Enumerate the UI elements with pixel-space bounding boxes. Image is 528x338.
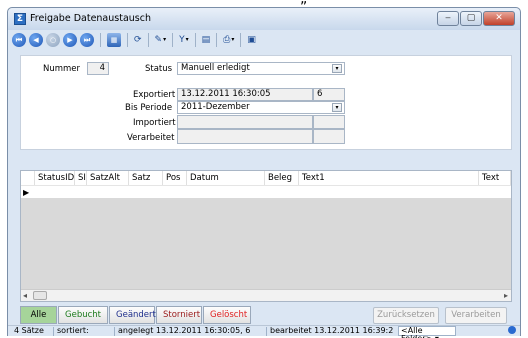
verarbeitet-extra-field[interactable]: [313, 129, 345, 144]
exportiert-label: Exportiert: [133, 90, 176, 100]
refresh-icon[interactable]: ⟳: [134, 33, 142, 47]
save-icon[interactable]: ▣: [247, 33, 256, 47]
next-record-icon[interactable]: ▶: [63, 32, 77, 47]
table-row[interactable]: ▶: [21, 185, 511, 198]
filter-icon[interactable]: Y ▾: [179, 33, 189, 47]
status-separator: [266, 327, 267, 336]
column-header[interactable]: Datum: [187, 171, 265, 185]
chevron-down-icon: ▾: [185, 36, 189, 43]
toolbar-separator: [147, 32, 149, 47]
row-marker-icon: ▶: [23, 188, 30, 197]
field-select-value: <Alle Felder>: [401, 326, 432, 338]
status-label: Status: [145, 64, 173, 74]
column-header[interactable]: Text1: [299, 171, 479, 185]
chevron-down-icon[interactable]: ▾: [332, 103, 342, 112]
filter-gebucht-button[interactable]: Gebucht: [58, 306, 108, 324]
bis-periode-select[interactable]: 2011-Dezember ▾: [177, 101, 345, 114]
column-header[interactable]: Beleg: [265, 171, 299, 185]
status-value: Manuell erledigt: [181, 63, 250, 73]
status-separator: [53, 327, 54, 336]
chevron-down-icon: ▾: [163, 36, 167, 43]
importiert-field[interactable]: [177, 115, 313, 129]
tools-icon[interactable]: ✎ ▾: [155, 33, 167, 47]
screen: „ Σ Freigabe Datenaustausch ‒ ▢ ✕ ⏮ ◀ ○ …: [0, 0, 528, 338]
filter-buttons: Alle Gebucht Geändert Storniert Gelöscht: [20, 306, 251, 324]
verarbeitet-label: Verarbeitet: [127, 133, 175, 143]
reset-button[interactable]: Zurücksetzen: [373, 307, 439, 324]
current-record-icon[interactable]: ○: [46, 32, 60, 47]
filter-geloescht-button[interactable]: Gelöscht: [203, 306, 251, 324]
title-bar: Σ Freigabe Datenaustausch ‒ ▢ ✕: [8, 8, 520, 30]
horizontal-scrollbar[interactable]: ◂ ▸: [21, 289, 511, 301]
field-select[interactable]: <Alle Felder> ▾: [398, 326, 456, 338]
nummer-field[interactable]: 4: [87, 62, 109, 75]
toolbar-separator: [216, 32, 218, 47]
filter-storniert-button[interactable]: Storniert: [156, 306, 202, 324]
created-info: angelegt 13.12.2011 16:30:05, 6: [118, 326, 251, 335]
data-grid[interactable]: StatusID SI SatzAlt Satz Pos Datum Beleg…: [20, 170, 512, 302]
column-header[interactable]: Satz: [129, 171, 163, 185]
window-controls: ‒ ▢ ✕: [437, 11, 515, 26]
print-icon[interactable]: ⎙ ▾: [223, 33, 234, 47]
status-separator: [114, 327, 115, 336]
column-header[interactable]: SatzAlt: [87, 171, 129, 185]
column-header[interactable]: Text: [479, 171, 511, 185]
importiert-extra-field[interactable]: [313, 115, 345, 129]
maximize-button[interactable]: ▢: [460, 11, 482, 26]
column-header[interactable]: Pos: [163, 171, 187, 185]
exportiert-field[interactable]: 13.12.2011 16:30:05: [177, 88, 313, 101]
previous-record-icon[interactable]: ◀: [29, 32, 43, 47]
record-count: 4 Sätze: [14, 326, 44, 335]
cropped-text: „: [300, 0, 307, 7]
toolbar-separator: [240, 32, 242, 47]
exportiert-extra-field[interactable]: 6: [313, 88, 345, 101]
scroll-right-icon[interactable]: ▸: [504, 291, 508, 300]
scrollbar-thumb[interactable]: [33, 291, 47, 300]
grid-header: StatusID SI SatzAlt Satz Pos Datum Beleg…: [21, 171, 511, 185]
status-indicator-icon: [508, 326, 516, 334]
minimize-button[interactable]: ‒: [437, 11, 459, 26]
filter-geaendert-button[interactable]: Geändert: [109, 306, 156, 324]
toolbar-separator: [194, 32, 196, 47]
sort-status: sortiert:: [57, 326, 89, 335]
table-icon[interactable]: ▦: [107, 32, 121, 47]
row-indicator-header: [21, 171, 35, 185]
bis-periode-value: 2011-Dezember: [181, 102, 250, 112]
status-select[interactable]: Manuell erledigt ▾: [177, 62, 345, 75]
importiert-label: Importiert: [133, 118, 176, 128]
app-window: Σ Freigabe Datenaustausch ‒ ▢ ✕ ⏮ ◀ ○ ▶ …: [7, 7, 521, 338]
nummer-label: Nummer: [43, 64, 81, 74]
detail-form: Nummer 4 Status Manuell erledigt ▾ Expor…: [20, 55, 512, 150]
status-bar: 4 Sätze sortiert: angelegt 13.12.2011 16…: [8, 325, 520, 338]
chevron-down-icon[interactable]: ▾: [332, 64, 342, 73]
sigma-icon: Σ: [14, 13, 26, 25]
close-button[interactable]: ✕: [483, 11, 515, 26]
document-icon[interactable]: ▤: [202, 33, 211, 47]
last-record-icon[interactable]: ⏭: [80, 32, 94, 47]
window-title: Freigabe Datenaustausch: [30, 13, 151, 24]
toolbar: ⏮ ◀ ○ ▶ ⏭ ▦ ⟳ ✎ ▾ Y ▾ ▤ ⎙ ▾ ▣: [8, 30, 520, 49]
toolbar-separator: [100, 32, 101, 47]
column-header[interactable]: StatusID: [35, 171, 75, 185]
toolbar-separator: [172, 32, 174, 47]
edited-info: bearbeitet 13.12.2011 16:39:2: [270, 326, 394, 335]
first-record-icon[interactable]: ⏮: [12, 32, 26, 47]
filter-all-button[interactable]: Alle: [20, 306, 57, 324]
bis-periode-label: Bis Periode: [125, 103, 173, 113]
process-button[interactable]: Verarbeiten: [445, 307, 507, 324]
chevron-down-icon: ▾: [435, 334, 439, 338]
scroll-left-icon[interactable]: ◂: [23, 291, 27, 300]
chevron-down-icon: ▾: [231, 36, 235, 43]
toolbar-separator: [127, 32, 128, 47]
column-header[interactable]: SI: [75, 171, 87, 185]
verarbeitet-field[interactable]: [177, 129, 313, 144]
